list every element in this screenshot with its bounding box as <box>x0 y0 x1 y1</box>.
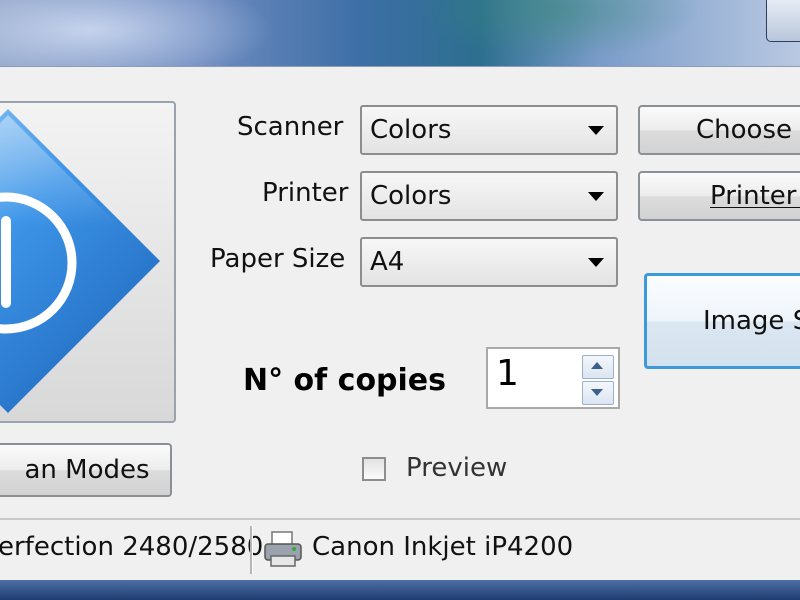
choose-scanner-label: Choose s <box>696 115 800 145</box>
arrow-down-icon <box>591 389 603 396</box>
status-printer: Canon Inkjet iP4200 <box>312 532 574 562</box>
arrow-up-icon <box>591 362 603 369</box>
choose-scanner-button[interactable]: Choose s <box>638 105 800 155</box>
printer-select[interactable]: Colors <box>360 171 618 221</box>
status-separator <box>250 526 252 574</box>
printer-label: Printer <box>262 178 349 208</box>
spin-down-button[interactable] <box>582 381 614 405</box>
copies-stepper[interactable]: 1 <box>486 347 620 409</box>
scanner-label: Scanner <box>237 112 344 142</box>
printer-icon <box>264 531 302 567</box>
status-scanner: erfection 2480/2580 <box>0 532 264 562</box>
status-bar: erfection 2480/2580 Canon Inkjet iP4200 <box>0 518 800 582</box>
paper-size-select[interactable]: A4 <box>360 237 618 287</box>
chevron-down-icon <box>588 192 604 201</box>
preview-label: Preview <box>406 453 508 483</box>
scanner-select[interactable]: Colors <box>360 105 618 155</box>
logo-panel <box>0 101 176 423</box>
window-frame-bottom <box>0 580 800 600</box>
copies-label: N° of copies <box>243 363 447 398</box>
title-bar <box>0 0 800 66</box>
image-settings-button[interactable]: Image Se <box>644 273 800 369</box>
printer-value: Colors <box>370 181 452 211</box>
chevron-down-icon <box>588 258 604 267</box>
spin-up-button[interactable] <box>582 355 614 379</box>
printer-options-label: Printer o <box>710 181 800 211</box>
paper-size-value: A4 <box>370 247 405 277</box>
image-settings-label: Image Se <box>703 306 800 336</box>
close-button[interactable] <box>766 0 800 42</box>
power-diamond-icon <box>0 109 160 413</box>
scan-modes-button[interactable]: an Modes <box>0 443 172 497</box>
preview-checkbox[interactable] <box>362 457 386 481</box>
copies-value[interactable]: 1 <box>496 353 519 394</box>
scanner-value: Colors <box>370 115 452 145</box>
paper-size-label: Paper Size <box>210 244 346 274</box>
chevron-down-icon <box>588 126 604 135</box>
main-window: an Modes Scanner Colors Printer Colors P… <box>0 66 800 519</box>
scan-modes-label: an Modes <box>24 455 150 485</box>
printer-options-button[interactable]: Printer o <box>638 171 800 221</box>
